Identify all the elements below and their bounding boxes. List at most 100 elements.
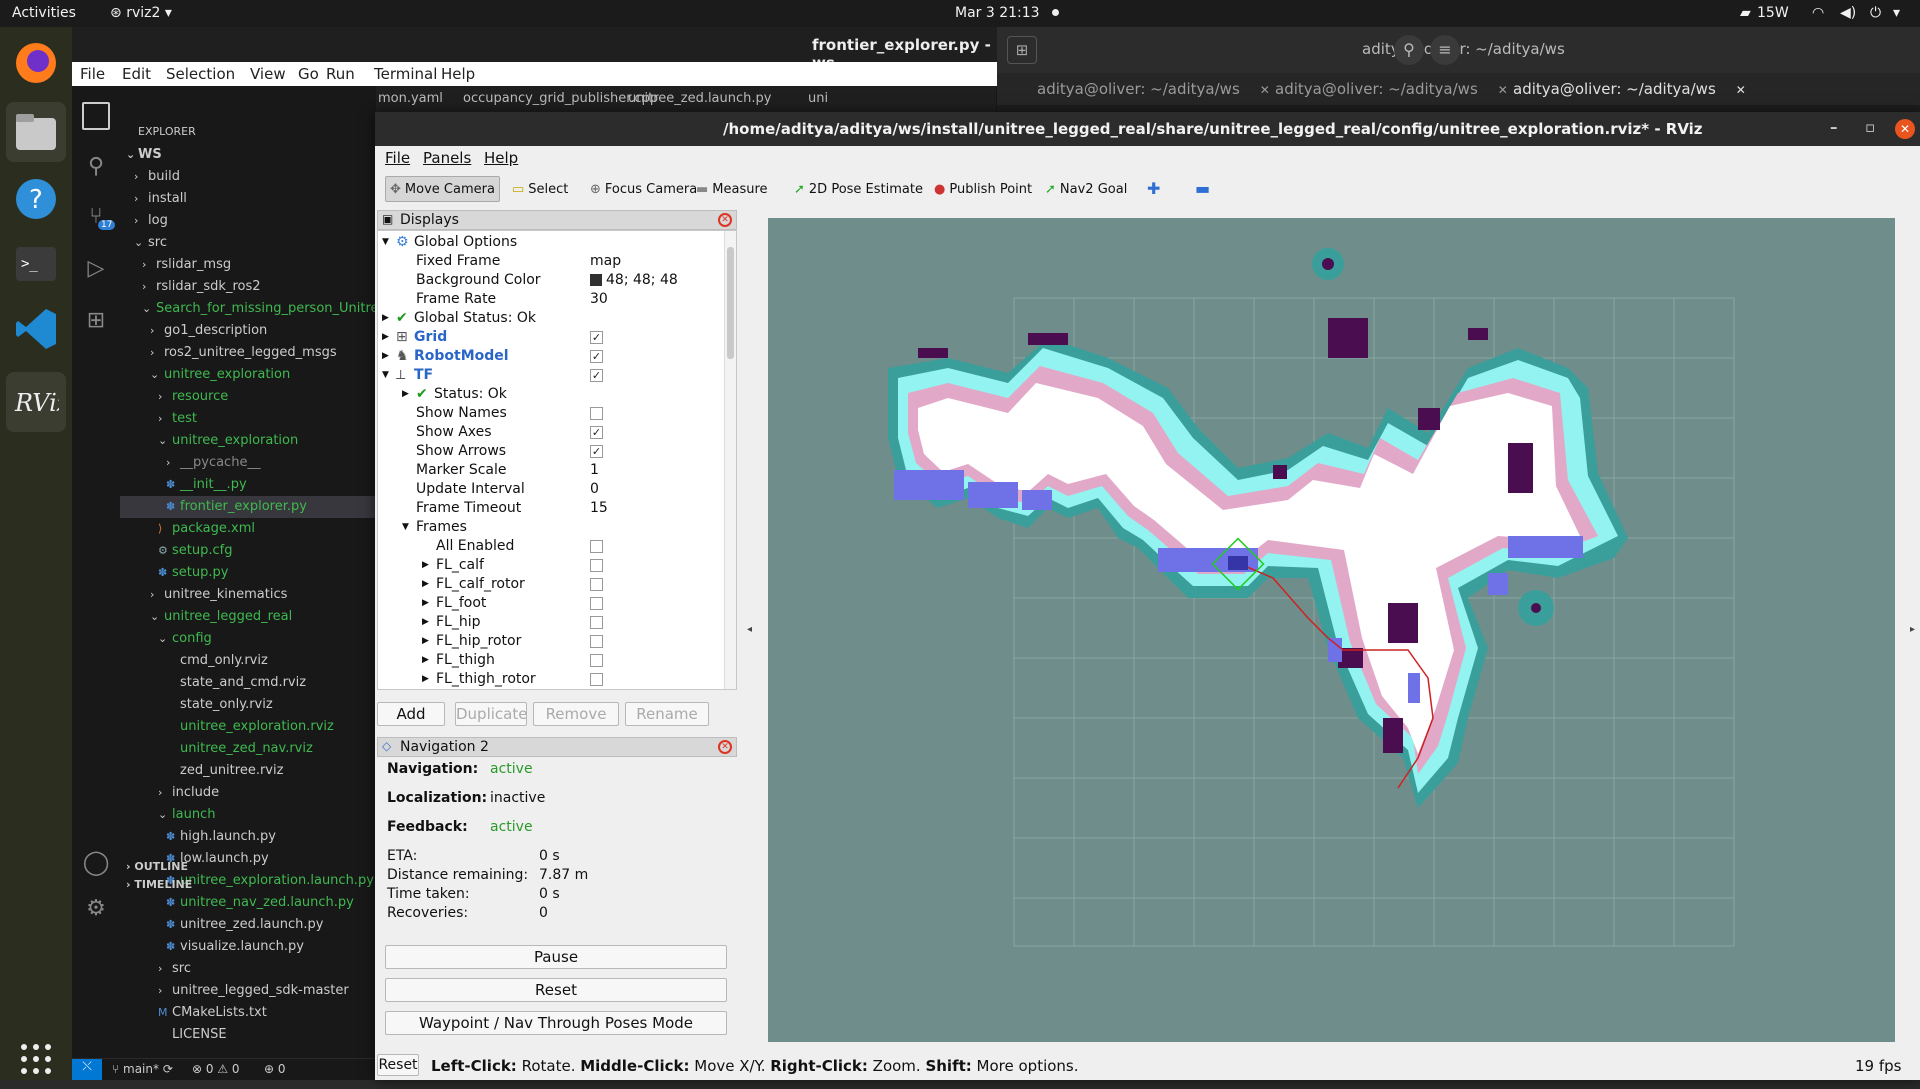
display-row[interactable]: Marker Scale 1 — [378, 461, 728, 480]
tree-item[interactable]: › resource — [120, 386, 376, 408]
publish-point-tool[interactable]: ● Publish Point — [930, 176, 1036, 202]
display-checkbox[interactable] — [590, 578, 603, 591]
occupancy-map[interactable] — [768, 218, 1895, 1042]
tree-item[interactable]: ✽ visualize.launch.py — [120, 936, 376, 958]
vscode-icon[interactable] — [6, 299, 66, 359]
branch-indicator[interactable]: ⑂ main* ⟳ — [112, 1062, 173, 1076]
tree-item[interactable]: › unitree_legged_sdk-master — [120, 980, 376, 1002]
minimize-icon[interactable]: – — [1830, 118, 1838, 136]
terminal-icon[interactable]: >_ — [6, 234, 66, 294]
help-icon[interactable]: ? — [6, 169, 66, 229]
rviz-menu-file[interactable]: File — [385, 149, 410, 167]
system-menu-icon[interactable]: ▾ — [1893, 5, 1900, 21]
menu-view[interactable]: View — [250, 65, 286, 83]
remote-icon[interactable]: ⤬ — [72, 1059, 102, 1080]
search-icon[interactable]: ⚲ — [82, 154, 110, 182]
expand-right-icon[interactable]: ▶ — [422, 575, 429, 594]
2d-pose-estimate-tool[interactable]: ➚ 2D Pose Estimate — [790, 176, 927, 202]
tree-item[interactable]: › __pycache__ — [120, 452, 376, 474]
battery-icon[interactable]: ⏻ — [1870, 5, 1881, 21]
display-row[interactable]: Background Color 48; 48; 48 — [378, 271, 728, 290]
tree-item[interactable]: › rslidar_sdk_ros2 — [120, 276, 376, 298]
tree-item[interactable]: ✽ unitree_zed.launch.py — [120, 914, 376, 936]
editor-tab[interactable]: unitree_zed.launch.py — [628, 91, 771, 106]
tree-item[interactable]: ⌄ launch — [120, 804, 376, 826]
display-checkbox[interactable]: ✓ — [590, 445, 603, 458]
display-value[interactable]: 1 — [590, 461, 599, 480]
waypoint-mode-button[interactable]: Waypoint / Nav Through Poses Mode — [385, 1011, 727, 1035]
color-swatch[interactable] — [590, 274, 602, 286]
display-row[interactable]: ▶ FL_hip — [378, 613, 728, 632]
expand-right-icon[interactable]: ▶ — [382, 309, 389, 328]
display-checkbox[interactable] — [590, 673, 603, 686]
tree-item[interactable]: › log — [120, 210, 376, 232]
terminal-tab[interactable]: aditya@oliver: ~/aditya/ws ✕ — [1275, 80, 1508, 98]
hamburger-menu-icon[interactable]: ≡ — [1430, 35, 1460, 65]
tree-item[interactable]: ⌄ src — [120, 232, 376, 254]
close-panel-icon[interactable]: ✕ — [718, 740, 732, 754]
rename-button[interactable]: Rename — [625, 702, 709, 726]
duplicate-button[interactable]: Duplicate — [455, 702, 527, 726]
collapse-left-icon[interactable]: ◂ — [747, 624, 752, 635]
tree-item[interactable]: ✽ setup.py — [120, 562, 376, 584]
move-camera-tool[interactable]: ✥ Move Camera — [385, 176, 500, 202]
terminal-tab[interactable]: aditya@oliver: ~/aditya/ws ✕ — [1037, 80, 1270, 98]
close-tab-icon[interactable]: ✕ — [1260, 83, 1270, 97]
tree-item[interactable]: ✽ __init__.py — [120, 474, 376, 496]
extensions-icon[interactable]: ⊞ — [82, 308, 110, 336]
pause-button[interactable]: Pause — [385, 945, 727, 969]
tree-item[interactable]: M CMakeLists.txt — [120, 1002, 376, 1024]
tree-item[interactable]: unitree_zed_nav.rviz — [120, 738, 376, 760]
menu-edit[interactable]: Edit — [122, 65, 151, 83]
tree-item[interactable]: ⚙ setup.cfg — [120, 540, 376, 562]
menu-terminal[interactable]: Terminal — [374, 65, 437, 83]
display-value[interactable]: 48; 48; 48 — [606, 271, 678, 290]
timeline-section[interactable]: › TIMELINE — [120, 874, 376, 896]
tree-item[interactable]: zed_unitree.rviz — [120, 760, 376, 782]
display-row[interactable]: Frame Timeout 15 — [378, 499, 728, 518]
displays-scrollbar[interactable] — [724, 231, 736, 689]
clock[interactable]: Mar 3 21:13 — [955, 5, 1040, 21]
display-checkbox[interactable]: ✓ — [590, 331, 603, 344]
app-menu[interactable]: ⊛ rviz2 ▾ — [110, 5, 172, 21]
menu-file[interactable]: File — [80, 65, 105, 83]
collapse-right-icon[interactable]: ▸ — [1910, 624, 1915, 635]
menu-run[interactable]: Run — [326, 65, 355, 83]
display-checkbox[interactable] — [590, 635, 603, 648]
display-checkbox[interactable]: ✓ — [590, 426, 603, 439]
display-value[interactable]: 30 — [590, 290, 608, 309]
display-row[interactable]: ▼ ⚙ Global Options — [378, 233, 728, 252]
menu-help[interactable]: Help — [441, 65, 475, 83]
select-tool[interactable]: ▭ Select — [508, 176, 572, 202]
wifi-icon[interactable]: ◠ — [1812, 5, 1824, 21]
display-row[interactable]: Update Interval 0 — [378, 480, 728, 499]
tree-item[interactable]: › src — [120, 958, 376, 980]
nav2-goal-tool[interactable]: ➚ Nav2 Goal — [1041, 176, 1131, 202]
display-row[interactable]: ▶ ✔ Status: Ok — [378, 385, 728, 404]
render-view[interactable] — [768, 218, 1895, 1042]
reset-nav-button[interactable]: Reset — [385, 978, 727, 1002]
editor-tab[interactable]: uni — [808, 91, 828, 106]
display-row[interactable]: ▶ FL_thigh_rotor — [378, 670, 728, 689]
expand-right-icon[interactable]: ▶ — [422, 632, 429, 651]
display-checkbox[interactable] — [590, 616, 603, 629]
expand-right-icon[interactable]: ▶ — [422, 556, 429, 575]
expand-down-icon[interactable]: ▼ — [382, 366, 389, 385]
source-control-icon[interactable]: ⑂ 17 — [82, 204, 116, 232]
tree-item[interactable]: › rslidar_msg — [120, 254, 376, 276]
tree-item[interactable]: LICENSE — [120, 1024, 376, 1046]
tree-item[interactable]: state_only.rviz — [120, 694, 376, 716]
display-checkbox[interactable] — [590, 559, 603, 572]
expand-right-icon[interactable]: ▶ — [382, 347, 389, 366]
display-value[interactable]: map — [590, 252, 621, 271]
activities-button[interactable]: Activities — [12, 5, 76, 21]
power-readout[interactable]: 15W — [1757, 5, 1789, 21]
remove-button[interactable]: Remove — [533, 702, 619, 726]
tree-item[interactable]: › test — [120, 408, 376, 430]
display-row[interactable]: Show Axes ✓ — [378, 423, 728, 442]
display-checkbox[interactable]: ✓ — [590, 369, 603, 382]
tree-item[interactable]: ✽ frontier_explorer.py — [120, 496, 376, 518]
display-row[interactable]: Fixed Frame map — [378, 252, 728, 271]
expand-down-icon[interactable]: ▼ — [382, 233, 389, 252]
tree-item[interactable]: › include — [120, 782, 376, 804]
